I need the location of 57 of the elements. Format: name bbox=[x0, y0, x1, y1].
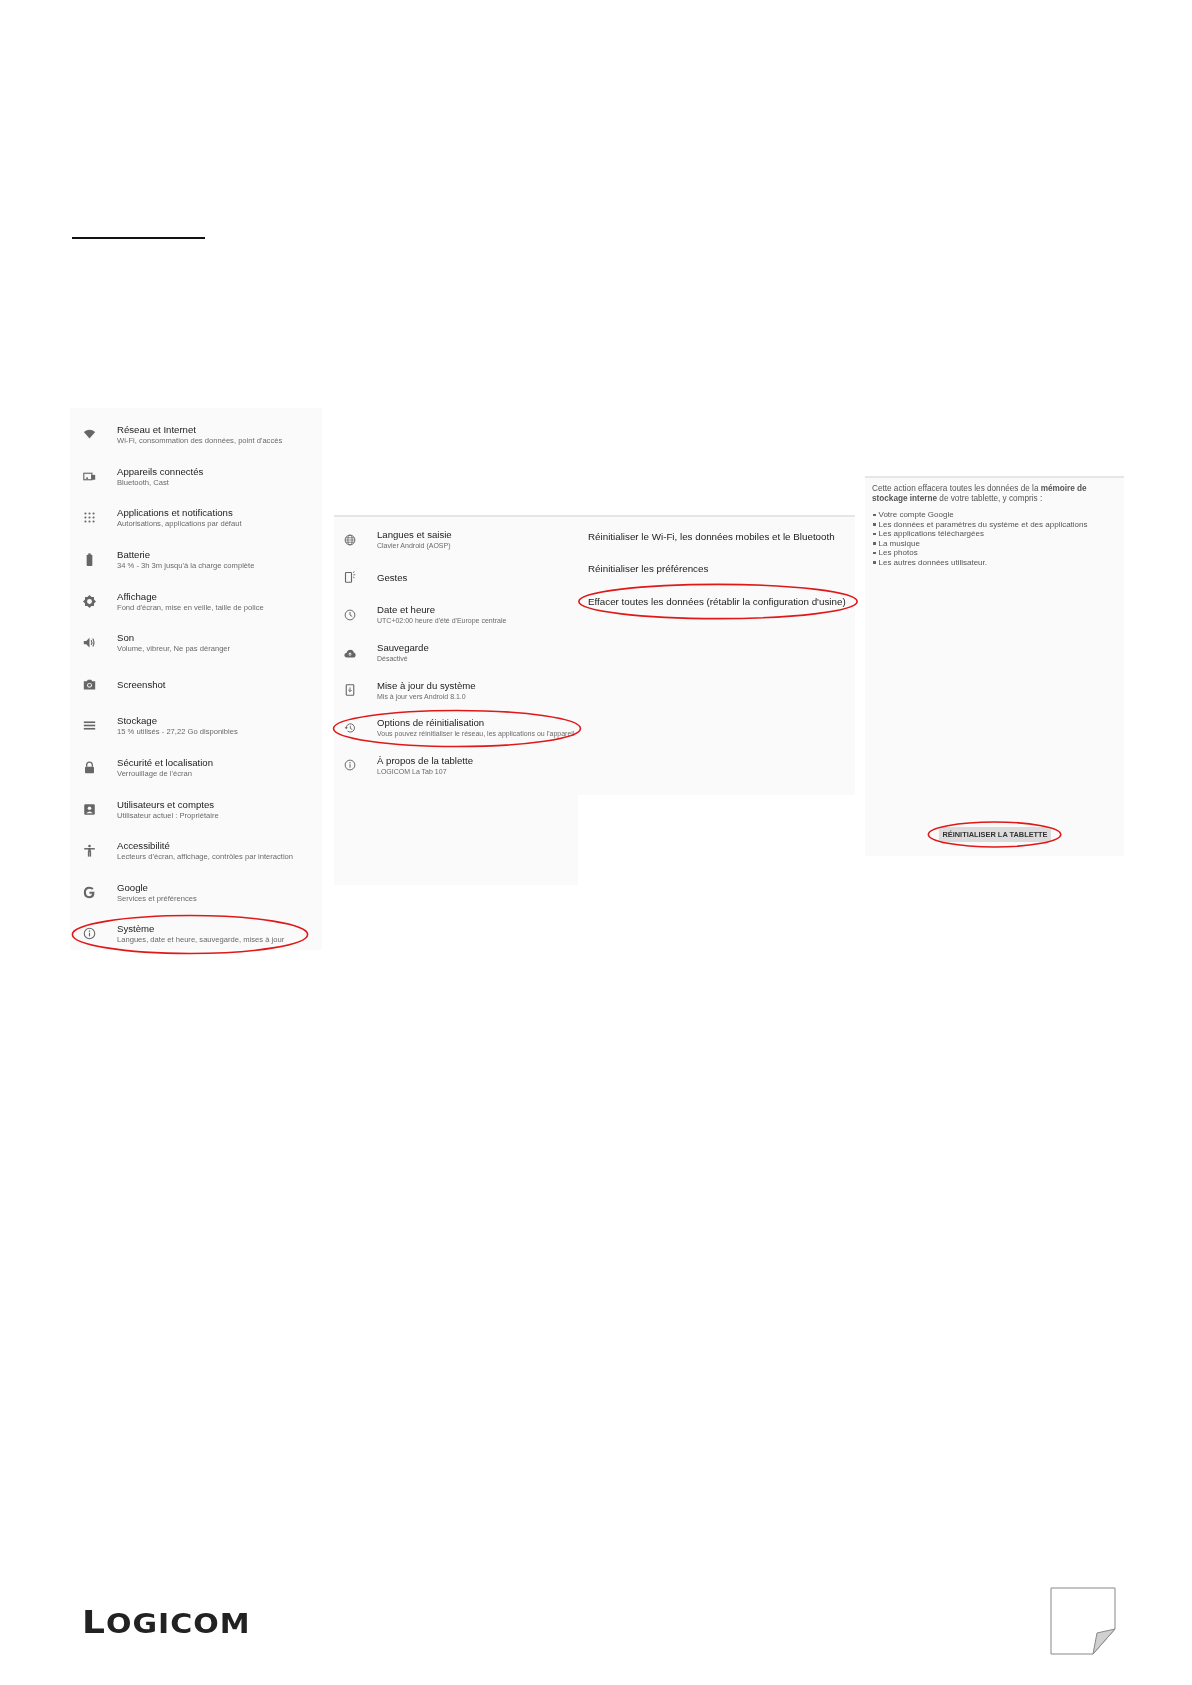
item-title: Système bbox=[117, 922, 156, 936]
list-item: Les données et paramètres du système et des applications bbox=[878, 519, 1088, 529]
bullet-icon bbox=[873, 561, 876, 564]
list-item: Les autres données utilisateur. bbox=[878, 557, 987, 567]
item-title: Applications et notifications bbox=[117, 506, 234, 520]
item-title: Accessibilité bbox=[117, 839, 171, 853]
reset-option[interactable]: Réinitialiser le Wi-Fi, les données mobiles et le Bluetooth bbox=[578, 520, 855, 553]
item-title: Sécurité et localisation bbox=[117, 756, 213, 770]
bullet-icon bbox=[873, 551, 876, 554]
item-title: À propos de la tablette bbox=[377, 753, 473, 767]
reset-option[interactable]: Réinitialiser les préférences bbox=[578, 552, 855, 585]
brightness-icon bbox=[82, 594, 96, 608]
clock-icon bbox=[344, 609, 356, 621]
item-title: Google bbox=[117, 880, 149, 894]
item-title: Gestes bbox=[377, 570, 408, 584]
settings-item[interactable]: Gestes bbox=[334, 558, 578, 597]
list-item: Votre compte Google bbox=[878, 510, 954, 520]
list-item: Les photos bbox=[878, 548, 918, 558]
camera-icon bbox=[82, 677, 96, 691]
item-title: Langues et saisie bbox=[377, 528, 452, 542]
item-title: Stockage bbox=[117, 714, 158, 728]
item-title: Sauvegarde bbox=[377, 641, 429, 655]
item-title: Réseau et Internet bbox=[117, 423, 197, 437]
item-title: Options de réinitialisation bbox=[377, 716, 486, 730]
speaker-icon bbox=[82, 636, 96, 650]
bullet-icon bbox=[873, 532, 876, 535]
bullet-icon bbox=[873, 523, 876, 526]
storage-icon bbox=[82, 719, 96, 733]
list-item: Les applications téléchargées bbox=[878, 529, 984, 539]
info-icon bbox=[82, 927, 96, 941]
info-icon bbox=[344, 759, 356, 772]
warning-text: Cette action effacera toutes les données de la mémoire de stockage interne de votre tablette, y compris : bbox=[872, 484, 1088, 504]
item-title: Screenshot bbox=[117, 677, 166, 691]
account-icon bbox=[82, 802, 96, 816]
accessibility-icon bbox=[82, 844, 96, 858]
lock-icon bbox=[82, 761, 96, 775]
wifi-icon bbox=[82, 428, 96, 442]
bullet-icon bbox=[873, 513, 876, 516]
system-update-icon bbox=[344, 684, 356, 697]
history-icon bbox=[344, 721, 356, 734]
item-title: Batterie bbox=[117, 548, 152, 562]
phone-gesture-icon bbox=[344, 571, 356, 584]
apps-icon bbox=[82, 511, 96, 525]
item-title: Affichage bbox=[117, 589, 158, 603]
item-title: Date et heure bbox=[377, 603, 437, 617]
logo: LOGICOM bbox=[82, 1602, 251, 1640]
globe-icon bbox=[344, 533, 356, 546]
item-title: Son bbox=[117, 631, 136, 645]
item-title: Mise à jour du système bbox=[377, 678, 476, 692]
page-corner-icon bbox=[1050, 1587, 1116, 1655]
reset-option[interactable]: Effacer toutes les données (rétablir la configuration d'usine) bbox=[578, 585, 855, 618]
item-title: Appareils connectés bbox=[117, 464, 204, 478]
settings-item[interactable]: Screenshot bbox=[70, 663, 322, 706]
list-item: La musique bbox=[878, 538, 920, 548]
bullet-icon bbox=[873, 542, 876, 545]
item-title: Utilisateurs et comptes bbox=[117, 797, 216, 811]
g-logo-icon bbox=[82, 885, 96, 899]
